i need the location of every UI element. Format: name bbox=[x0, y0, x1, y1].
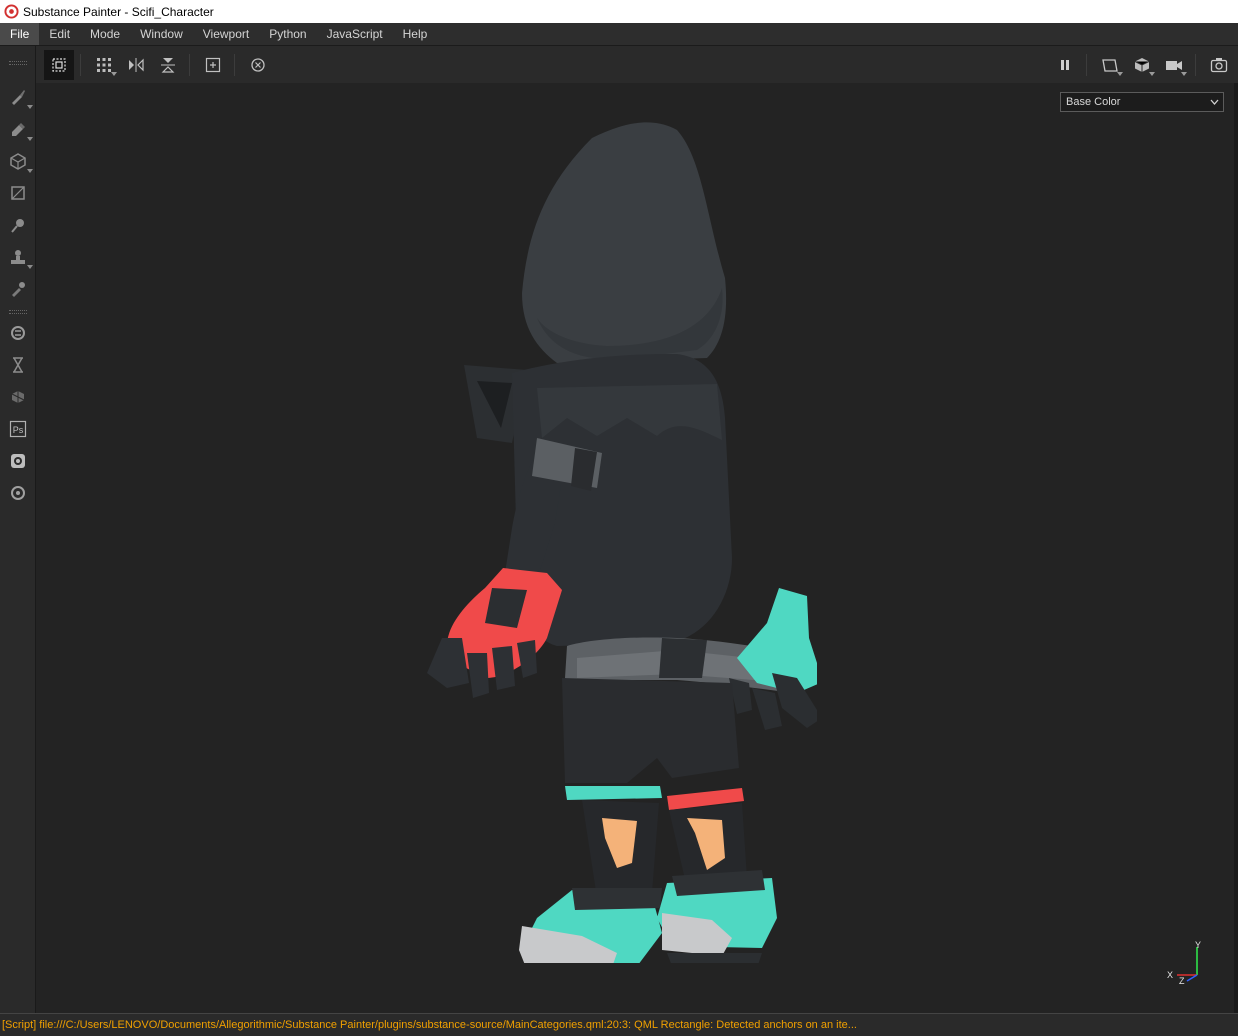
substance-painter-app-icon bbox=[4, 4, 19, 19]
menu-edit[interactable]: Edit bbox=[39, 23, 80, 45]
substance-logo-icon bbox=[11, 486, 25, 500]
substance-source-button[interactable] bbox=[5, 320, 31, 346]
axis-x-label: X bbox=[1167, 970, 1173, 980]
caret-down-icon bbox=[111, 71, 117, 76]
menu-python[interactable]: Python bbox=[259, 23, 316, 45]
substance-bake-button[interactable] bbox=[5, 448, 31, 474]
smudge-icon bbox=[11, 219, 24, 233]
caret-down-icon bbox=[27, 265, 33, 269]
channel-dropdown[interactable]: Base Color bbox=[1060, 92, 1224, 112]
mirror-y-icon bbox=[161, 57, 175, 73]
menu-mode[interactable]: Mode bbox=[80, 23, 130, 45]
axis-gizmo: Y X Z bbox=[1167, 941, 1201, 985]
eraser-tool[interactable] bbox=[5, 116, 33, 142]
chevron-down-icon bbox=[1210, 99, 1219, 105]
paint-brush-icon bbox=[12, 90, 25, 105]
timer-icon bbox=[13, 357, 23, 373]
clone-stamp-icon bbox=[11, 250, 25, 264]
3d-viewport[interactable]: Base Color Y X Z bbox=[37, 83, 1234, 1013]
toolbar-grip[interactable] bbox=[9, 310, 27, 314]
history-icon bbox=[251, 57, 265, 72]
toolbar-separator bbox=[1195, 53, 1196, 76]
fit-to-view-icon bbox=[205, 57, 221, 72]
eraser-icon bbox=[12, 123, 25, 136]
menu-javascript[interactable]: JavaScript bbox=[317, 23, 393, 45]
polygon-fill-tool[interactable] bbox=[5, 180, 31, 206]
caret-down-icon bbox=[27, 105, 33, 109]
substance-share-button[interactable] bbox=[5, 384, 31, 410]
paint-brush-tool[interactable] bbox=[5, 84, 33, 110]
selection-mode-button[interactable] bbox=[44, 49, 74, 80]
screenshot-button[interactable] bbox=[1204, 50, 1234, 80]
color-picker-tool[interactable] bbox=[5, 276, 31, 302]
selection-mode-icon bbox=[52, 57, 66, 72]
caret-down-icon bbox=[27, 169, 33, 173]
projection-tool[interactable] bbox=[5, 148, 33, 174]
substance-bake-icon bbox=[11, 454, 25, 468]
status-message[interactable]: [Script] file:///C:/Users/LENOVO/Documen… bbox=[2, 1019, 857, 1031]
tool-strip: Ps bbox=[0, 46, 36, 1013]
display-mode-button[interactable] bbox=[1095, 50, 1125, 80]
photoshop-icon: Ps bbox=[9, 420, 27, 438]
polygon-fill-icon bbox=[11, 186, 25, 200]
photoshop-button[interactable]: Ps bbox=[5, 416, 31, 442]
menu-help[interactable]: Help bbox=[393, 23, 438, 45]
pause-icon bbox=[1061, 59, 1069, 70]
projection-icon bbox=[10, 153, 26, 170]
menu-viewport[interactable]: Viewport bbox=[193, 23, 259, 45]
caret-down-icon bbox=[27, 137, 33, 141]
substance-logo-button[interactable] bbox=[5, 480, 31, 506]
smudge-tool[interactable] bbox=[5, 212, 31, 238]
history-button[interactable] bbox=[243, 50, 273, 80]
axis-z-label: Z bbox=[1179, 976, 1185, 985]
fit-to-view-button[interactable] bbox=[198, 50, 228, 80]
3d-view-button[interactable] bbox=[1127, 50, 1157, 80]
substance-source-icon bbox=[11, 326, 25, 340]
menu-file[interactable]: File bbox=[0, 23, 40, 45]
toolbar-separator bbox=[1086, 53, 1087, 76]
viewport-toolbar bbox=[36, 46, 1238, 83]
grid-options-button[interactable] bbox=[89, 50, 119, 80]
toolbar-right-group bbox=[1048, 50, 1238, 80]
color-picker-icon bbox=[12, 282, 25, 297]
timer-button[interactable] bbox=[5, 352, 31, 378]
photoshop-label: Ps bbox=[13, 425, 24, 435]
toolbar-separator bbox=[80, 53, 81, 76]
caret-down-icon bbox=[1149, 71, 1155, 76]
camera-button[interactable] bbox=[1159, 50, 1189, 80]
mirror-y-button[interactable] bbox=[153, 50, 183, 80]
viewport-border bbox=[1234, 83, 1238, 1013]
clone-stamp-tool[interactable] bbox=[5, 244, 33, 270]
toolbar-separator bbox=[189, 53, 190, 76]
screenshot-icon bbox=[1210, 57, 1228, 72]
status-bar: [Script] file:///C:/Users/LENOVO/Documen… bbox=[0, 1013, 1238, 1036]
channel-dropdown-value: Base Color bbox=[1066, 96, 1121, 108]
character-model[interactable] bbox=[377, 118, 817, 963]
pause-button[interactable] bbox=[1050, 50, 1080, 80]
menu-window[interactable]: Window bbox=[130, 23, 193, 45]
caret-down-icon bbox=[1181, 71, 1187, 76]
toolbar-grip[interactable] bbox=[9, 61, 27, 65]
mirror-x-icon bbox=[129, 57, 144, 72]
menu-bar: File Edit Mode Window Viewport Python Ja… bbox=[0, 23, 1238, 46]
substance-share-icon bbox=[11, 391, 25, 403]
axis-y-label: Y bbox=[1195, 941, 1201, 950]
toolbar-separator bbox=[234, 53, 235, 76]
title-bar: Substance Painter - Scifi_Character bbox=[0, 0, 1238, 23]
mirror-x-button[interactable] bbox=[121, 50, 151, 80]
window-title: Substance Painter - Scifi_Character bbox=[23, 4, 214, 19]
caret-down-icon bbox=[1117, 71, 1123, 76]
